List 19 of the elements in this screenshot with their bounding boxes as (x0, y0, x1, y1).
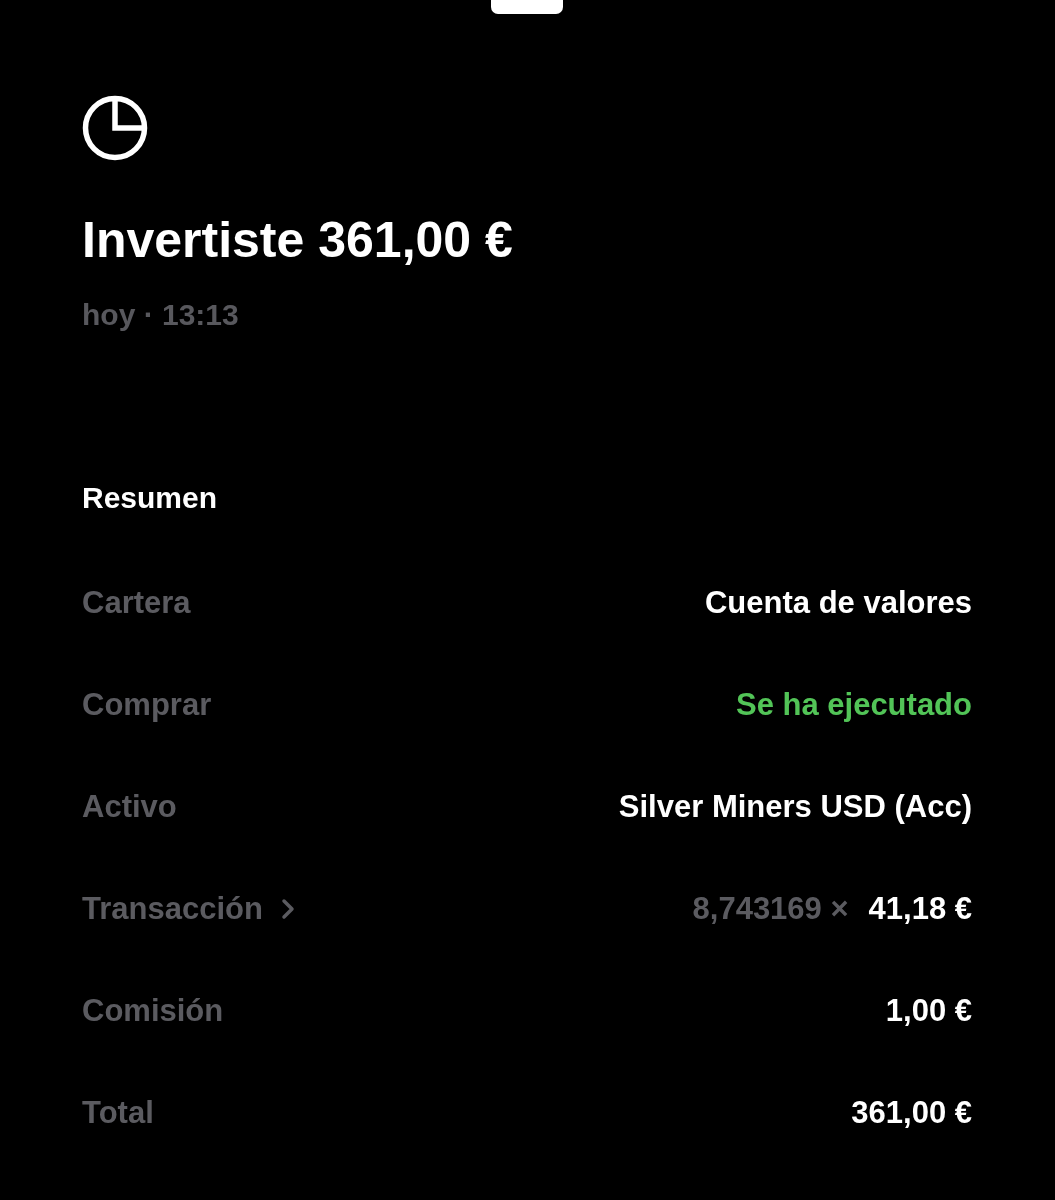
row-label: Total (82, 1095, 154, 1131)
row-label[interactable]: Transacción (82, 891, 263, 927)
row-label: Comisión (82, 993, 224, 1029)
row-value: 1,00 € (885, 993, 972, 1029)
row-label: Comprar (82, 687, 212, 723)
quantity-text: 8,743169 × (692, 891, 849, 927)
row-value: Cuenta de valores (704, 585, 972, 621)
row-label: Activo (82, 789, 177, 825)
row-value: 361,00 € (851, 1095, 972, 1131)
row-value: 41,18 € (868, 891, 972, 927)
drag-handle[interactable] (491, 0, 563, 14)
page-title: Invertiste 361,00 € (82, 211, 514, 270)
row-value: Silver Miners USD (Acc) (618, 789, 972, 825)
pie-chart-icon (82, 95, 148, 161)
row-label: Cartera (82, 585, 191, 621)
chevron-icon[interactable] (280, 898, 295, 920)
timestamp: hoy · 13:13 (82, 297, 240, 333)
section-heading: Resumen (82, 480, 219, 516)
status-text: Se ha ejecutado (735, 687, 972, 723)
